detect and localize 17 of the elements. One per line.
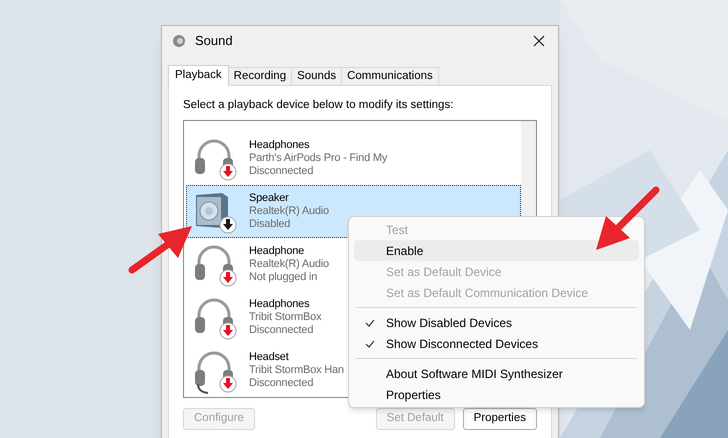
device-status: Disconnected xyxy=(249,324,314,337)
device-description: Tribit StormBox Han xyxy=(249,364,344,377)
device-description: Parth's AirPods Pro - Find My xyxy=(249,152,388,165)
device-name: Headset xyxy=(249,351,290,364)
device-description: Realtek(R) Audio xyxy=(249,258,329,271)
device-status: Disconnected xyxy=(249,165,314,178)
device-name: Headphones xyxy=(249,298,310,311)
device-name: Headphone xyxy=(249,245,306,258)
instruction-text: Select a playback device below to modify its settings: xyxy=(183,98,454,112)
device-description: Realtek(R) Audio xyxy=(249,205,329,218)
device-description: Tribit StormBox xyxy=(249,311,322,324)
device-name: Speaker xyxy=(249,192,290,205)
window-title: Sound xyxy=(195,32,233,50)
device-status: Not plugged in xyxy=(249,271,318,284)
device-status: Disconnected xyxy=(249,377,314,390)
device-status: Disabled xyxy=(249,218,292,231)
device-name: Headphones xyxy=(249,139,310,152)
